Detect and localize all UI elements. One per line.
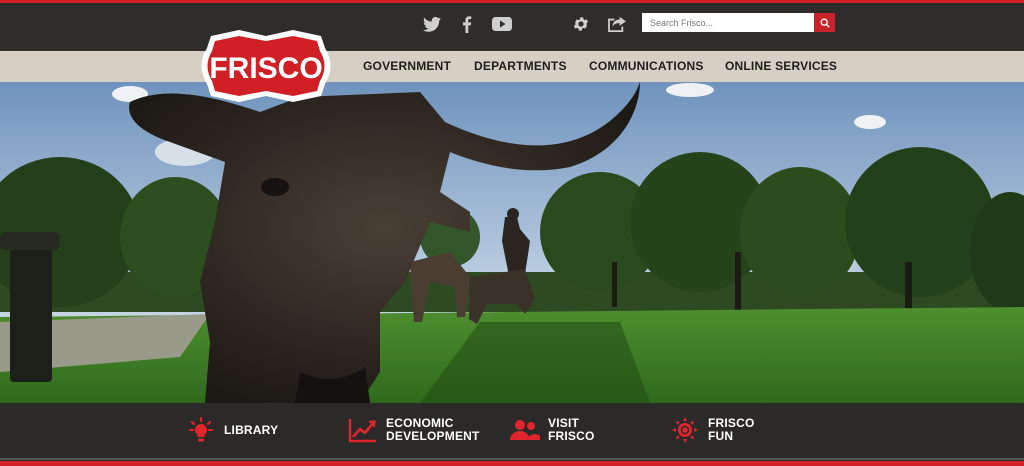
hero-photo — [0, 82, 1024, 403]
quick-link-visit-frisco[interactable]: VISIT FRISCO — [510, 415, 595, 445]
share-icon[interactable] — [605, 13, 629, 35]
hero-image — [0, 82, 1024, 403]
quick-link-library[interactable]: LIBRARY — [186, 415, 278, 445]
quick-link-label: VISIT FRISCO — [548, 416, 595, 443]
frisco-logo[interactable]: FRISCO — [195, 28, 337, 104]
twitter-icon[interactable] — [421, 13, 443, 35]
logo-text: FRISCO — [209, 52, 322, 85]
quick-link-economic-development[interactable]: ECONOMIC DEVELOPMENT — [348, 415, 480, 445]
search-icon — [820, 18, 830, 28]
nav-item-departments[interactable]: DEPARTMENTS — [474, 59, 567, 73]
sun-icon — [670, 415, 700, 445]
search-button[interactable] — [814, 13, 835, 32]
people-icon — [510, 415, 540, 445]
quick-link-frisco-fun[interactable]: FRISCO FUN — [670, 415, 755, 445]
search-input[interactable] — [642, 13, 814, 32]
bottom-accent-border — [0, 461, 1024, 466]
line-chart-icon — [348, 415, 378, 445]
gear-icon[interactable] — [570, 13, 592, 35]
lightbulb-icon — [186, 415, 216, 445]
facebook-icon[interactable] — [456, 13, 478, 35]
youtube-icon[interactable] — [490, 13, 514, 35]
quick-link-label: LIBRARY — [224, 422, 279, 437]
nav-item-communications[interactable]: COMMUNICATIONS — [589, 59, 704, 73]
quick-link-label: FRISCO FUN — [708, 416, 755, 443]
nav-item-government[interactable]: GOVERNMENT — [363, 59, 451, 73]
quick-link-label: ECONOMIC DEVELOPMENT — [386, 416, 480, 443]
nav-item-online-services[interactable]: ONLINE SERVICES — [725, 59, 837, 73]
